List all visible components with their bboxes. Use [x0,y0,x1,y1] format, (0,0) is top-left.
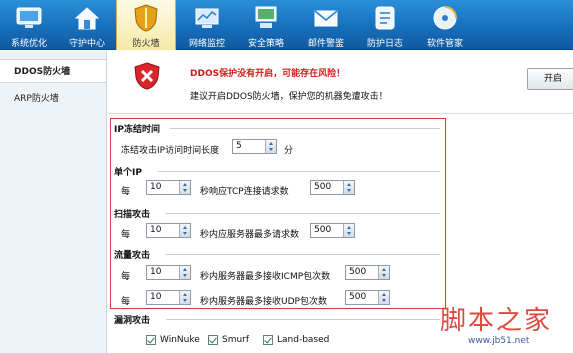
monitor-icon [16,7,42,28]
warning-banner: DDOS保护没有开启，可能存在风险！ 建议开启DDOS防火墙，保护您的机器免遭攻… [108,51,573,114]
stepper-value: 10 [150,267,162,277]
toolbar-item-label: 守护中心 [68,39,105,49]
home-shield-icon [74,7,100,30]
stepper-value: 500 [314,225,332,235]
mail-icon [314,10,338,27]
toolbar-item-security-policy[interactable]: 安全策略 [237,0,295,50]
section-divider [166,254,440,255]
stepper-arrows-icon[interactable] [343,224,354,237]
icmp-count-stepper[interactable]: 500 [345,265,390,280]
section-divider [158,171,440,172]
toolbar-item-label: 防护日志 [366,39,403,49]
enable-button[interactable]: 开启 [527,68,573,90]
warning-title: DDOS保护没有开启，可能存在风险！ [190,69,346,79]
toolbar-item-guard-center[interactable]: 守护中心 [58,0,116,50]
sidebar-item-arp-firewall[interactable]: ARP防火墙 [0,87,106,111]
icmp-seconds-stepper[interactable]: 10 [146,265,191,280]
toolbar-item-protection-log[interactable]: 防护日志 [356,0,414,50]
ip-freeze-stepper[interactable]: 5 [232,139,277,154]
stepper-arrows-icon[interactable] [378,266,389,279]
stepper-arrows-icon[interactable] [378,291,389,304]
toolbar-item-firewall[interactable]: 防火墙 [116,0,176,50]
stepper-arrows-icon[interactable] [265,140,276,153]
smurf-label: Smurf [222,335,250,345]
stepper-value: 5 [236,141,242,151]
section-title-ip-freeze: IP冻结时间 [114,125,160,135]
scan-attack-count-stepper[interactable]: 500 [310,223,355,238]
section-title-flood-attack: 流量攻击 [114,251,151,261]
toolbar-item-network-monitor[interactable]: 网络监控 [178,0,236,50]
toolbar-item-label: 防火墙 [132,39,160,49]
section-divider [166,213,440,214]
per-label: 每 [121,272,131,282]
land-based-label: Land-based [277,335,330,345]
stepper-arrows-icon[interactable] [179,291,190,304]
ip-freeze-unit: 分 [284,146,294,156]
stepper-value: 500 [349,292,367,302]
stepper-value: 500 [314,182,332,192]
watermark-text: 脚本之家 [440,306,553,336]
stepper-value: 500 [349,267,367,277]
toolbar-item-label: 邮件警鉴 [307,39,344,49]
sidebar: DDOS防火墙 ARP防火墙 [0,51,107,353]
stepper-value: 10 [150,225,162,235]
single-ip-count-stepper[interactable]: 500 [310,180,355,195]
security-policy-icon [255,6,277,28]
toolbar-item-label: 系统优化 [10,39,47,49]
section-title-scan-attack: 扫描攻击 [114,210,151,220]
section-title-single-ip: 单个IP [114,168,142,178]
toolbar-item-label: 软件管家 [426,39,463,49]
stepper-arrows-icon[interactable] [179,224,190,237]
log-icon [375,6,395,30]
section-title-vuln-attack: 漏洞攻击 [114,316,151,326]
sidebar-item-ddos-firewall[interactable]: DDOS防火墙 [0,59,106,83]
per-label: 每 [121,230,131,240]
section-divider [166,319,440,320]
section-divider [170,128,440,129]
smurf-checkbox[interactable] [208,335,218,345]
toolbar-item-label: 网络监控 [188,39,225,49]
udp-seconds-stepper[interactable]: 10 [146,290,191,305]
land-based-checkbox[interactable] [263,335,273,345]
network-monitor-icon [195,8,219,28]
stepper-arrows-icon[interactable] [179,266,190,279]
warning-description: 建议开启DDOS防火墙，保护您的机器免遭攻击！ [190,92,388,102]
warning-shield-icon [134,62,160,90]
winnuke-checkbox[interactable] [146,335,156,345]
toolbar-item-mail-alert[interactable]: 邮件警鉴 [297,0,355,50]
stepper-value: 10 [150,182,162,192]
toolbar-item-label: 安全策略 [247,39,284,49]
toolbar-item-system-optimize[interactable]: 系统优化 [0,0,58,50]
winnuke-label: WinNuke [160,335,200,345]
icmp-label: 秒内服务器最多接收ICMP包次数 [200,272,331,282]
stepper-arrows-icon[interactable] [179,181,190,194]
single-ip-label: 秒响应TCP连接请求数 [200,187,289,197]
per-label: 每 [121,187,131,197]
watermark-url: www.jb51.net [468,336,530,346]
software-disc-icon [433,6,457,30]
scan-attack-label: 秒内应服务器最多请求数 [200,230,300,240]
stepper-arrows-icon[interactable] [343,181,354,194]
ip-freeze-label: 冻结攻击IP访问时间长度 [121,146,220,156]
udp-count-stepper[interactable]: 500 [345,290,390,305]
udp-label: 秒内服务器最多接收UDP包次数 [200,297,327,307]
firewall-shield-icon [134,4,158,32]
toolbar-item-software-manager[interactable]: 软件管家 [416,0,474,50]
per-label: 每 [121,297,131,307]
stepper-value: 10 [150,292,162,302]
scan-attack-seconds-stepper[interactable]: 10 [146,223,191,238]
main-toolbar: 系统优化 守护中心 防火墙 网络监控 安全策略 邮件警鉴 防护日志 软件管家 [0,0,573,50]
single-ip-seconds-stepper[interactable]: 10 [146,180,191,195]
